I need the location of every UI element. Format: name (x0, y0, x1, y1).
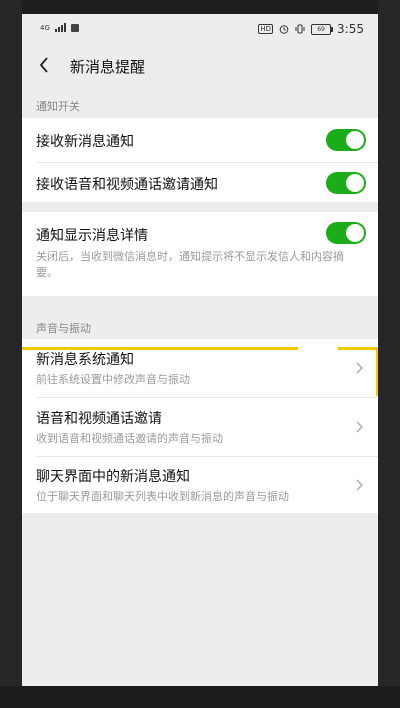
chat-new-message-title: 聊天界面中的新消息通知 (36, 469, 190, 485)
show-details-group: 通知显示消息详情 关闭后，当收到微信消息时，通知提示将不显示发信人和内容摘要。 (22, 212, 378, 296)
sound-vibration-group: 新消息系统通知 前往系统设置中修改声音与振动 语音和视频通话邀请 收到语音和视频… (22, 339, 378, 513)
call-invite-sound-row[interactable]: 语音和视频通话邀请 收到语音和视频通话邀请的声音与振动 (22, 398, 378, 456)
section-label-notify-switch: 通知开关 (36, 100, 80, 113)
receive-call-invite-label: 接收语音和视频通话邀请通知 (36, 177, 218, 193)
phone-bezel-bottom (0, 686, 400, 708)
receive-call-invite-row[interactable]: 接收语音和视频通话邀请通知 (22, 163, 378, 202)
system-notification-title: 新消息系统通知 (36, 352, 134, 368)
chevron-right-icon (356, 362, 363, 374)
chat-new-message-row[interactable]: 聊天界面中的新消息通知 位于聊天界面和聊天列表中收到新消息的声音与振动 (22, 457, 378, 513)
signal-icon (54, 23, 66, 32)
header: 新消息提醒 (22, 44, 378, 88)
show-details-toggle[interactable] (326, 222, 366, 244)
phone-bezel-right (378, 0, 400, 708)
show-details-label: 通知显示消息详情 (36, 228, 148, 244)
receive-new-message-row[interactable]: 接收新消息通知 (22, 118, 378, 162)
network-type: 4G (40, 23, 50, 32)
status-left: 4G (40, 23, 79, 32)
chevron-right-icon (356, 421, 363, 433)
clock: 3:55 (337, 22, 364, 36)
toggle-knob (346, 131, 364, 149)
chevron-right-icon (356, 479, 363, 491)
status-right: HD 69 3:55 (258, 22, 364, 36)
section-label-sound-vibration: 声音与振动 (36, 322, 91, 335)
show-details-desc: 关闭后，当收到微信消息时，通知提示将不显示发信人和内容摘要。 (36, 250, 344, 279)
alarm-icon (279, 25, 289, 34)
hd-icon: HD (258, 24, 274, 34)
receive-new-message-toggle[interactable] (326, 129, 366, 151)
toggle-knob (346, 174, 364, 192)
show-details-row[interactable]: 通知显示消息详情 关闭后，当收到微信消息时，通知提示将不显示发信人和内容摘要。 (22, 212, 378, 296)
battery-icon: 69 (311, 23, 334, 35)
battery-level: 69 (317, 25, 325, 33)
receive-new-message-label: 接收新消息通知 (36, 134, 134, 150)
vibrate-icon (295, 24, 305, 34)
phone-screen: 4G HD 69 3:55 新消息提醒 通知开关 接收新消息通知 接收语音和视频 (22, 14, 378, 686)
chat-new-message-desc: 位于聊天界面和聊天列表中收到新消息的声音与振动 (36, 490, 289, 503)
toggle-knob (346, 224, 364, 242)
chevron-left-icon (39, 57, 48, 73)
page-title: 新消息提醒 (70, 58, 146, 76)
phone-bezel-left (0, 0, 22, 708)
system-notification-desc: 前往系统设置中修改声音与振动 (36, 373, 190, 386)
back-button[interactable] (32, 53, 56, 77)
status-bar: 4G HD 69 3:55 (22, 14, 378, 44)
call-invite-sound-desc: 收到语音和视频通话邀请的声音与振动 (36, 432, 223, 445)
call-invite-sound-title: 语音和视频通话邀请 (36, 411, 162, 427)
notification-icon (70, 23, 79, 32)
notify-switch-group: 接收新消息通知 接收语音和视频通话邀请通知 (22, 118, 378, 202)
system-notification-row[interactable]: 新消息系统通知 前往系统设置中修改声音与振动 (22, 339, 378, 397)
receive-call-invite-toggle[interactable] (326, 172, 366, 194)
